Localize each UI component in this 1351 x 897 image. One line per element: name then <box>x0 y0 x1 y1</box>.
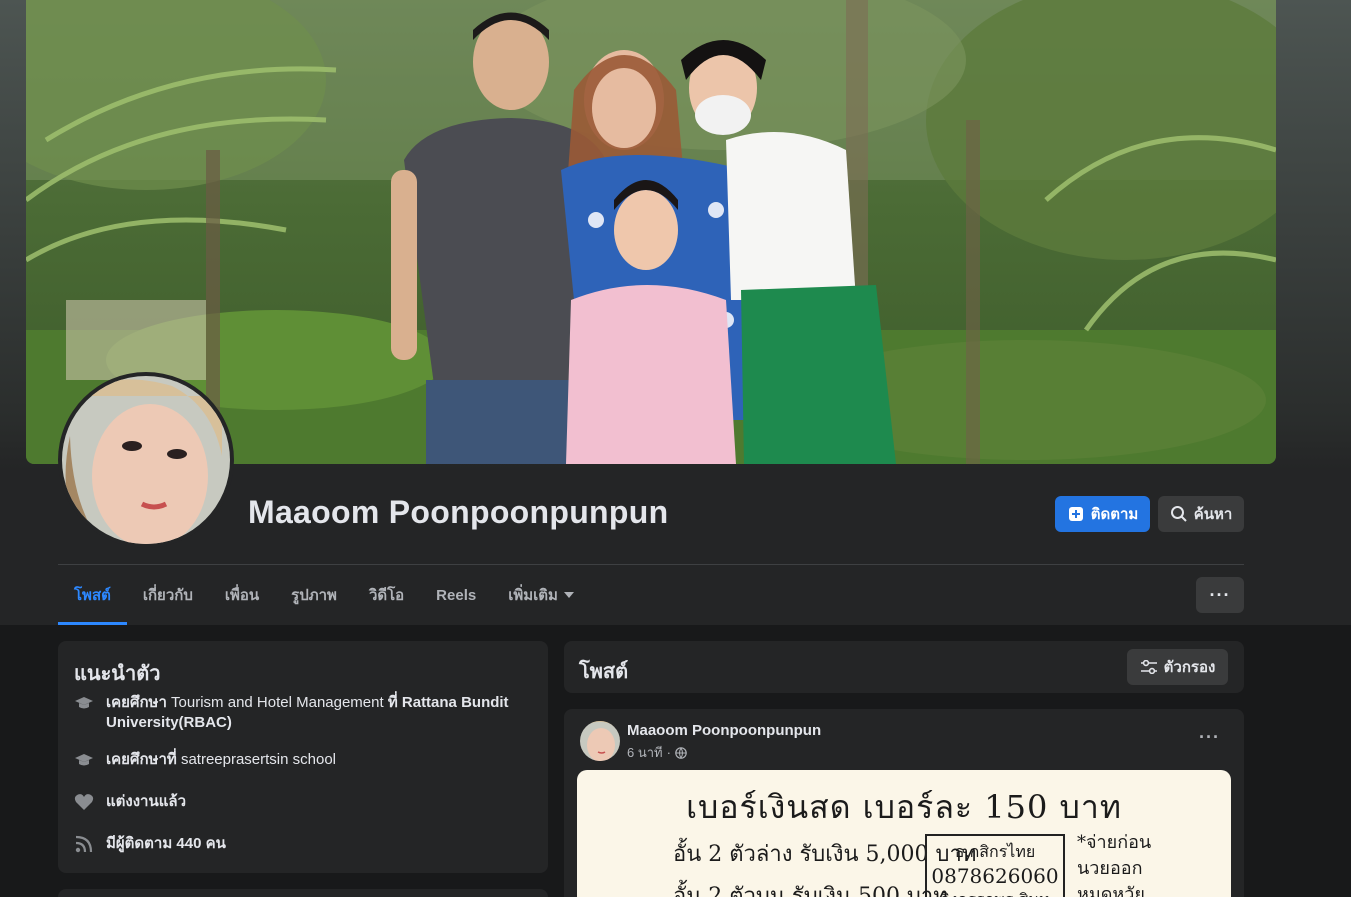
post-time[interactable]: 6 นาที <box>627 742 663 763</box>
intro-prefix: เคยศึกษาที่ <box>106 751 177 768</box>
next-card <box>58 889 548 897</box>
tab-label: เกี่ยวกับ <box>142 587 193 604</box>
search-icon <box>1170 506 1187 522</box>
filter-label: ตัวกรอง <box>1163 659 1216 676</box>
intro-item-school: เคยศึกษาที่ satreeprasertsin school <box>74 750 336 770</box>
intro-card: แนะนำตัว เคยศึกษา Tourism and Hotel Mana… <box>58 641 548 873</box>
intro-text: แต่งงานแล้ว <box>106 793 187 810</box>
tab-label: รูปภาพ <box>291 587 337 604</box>
graduation-cap-icon <box>75 697 93 709</box>
posts-header: โพสต์ ตัวกรอง <box>564 641 1244 693</box>
follow-label: ติดตาม <box>1090 506 1139 523</box>
tab-about[interactable]: เกี่ยวกับ <box>127 565 209 625</box>
tab-label: เพื่อน <box>224 587 260 604</box>
post-menu-button[interactable]: ··· <box>1199 727 1220 748</box>
profile-name: Maaoom Poonpoonpunpun <box>248 494 669 530</box>
intro-title: แนะนำตัว <box>74 663 161 685</box>
intro-item-education: เคยศึกษา Tourism and Hotel Management ที… <box>74 693 526 733</box>
follow-icon <box>1068 507 1083 521</box>
post-meta: 6 นาที · <box>627 742 687 763</box>
followers-count-link[interactable]: 440 คน <box>176 835 225 852</box>
meta-separator: · <box>666 745 671 760</box>
globe-icon[interactable] <box>675 746 687 759</box>
post-image-note: *จ่ายก่อน นวยออก หมดหวัย <box>1077 830 1151 897</box>
post-author-avatar[interactable] <box>580 721 620 761</box>
intro-text[interactable]: Tourism and Hotel Management <box>171 694 384 711</box>
cover-photo[interactable] <box>26 0 1276 464</box>
profile-avatar[interactable] <box>58 372 234 548</box>
more-options-button[interactable]: ··· <box>1196 577 1244 613</box>
intro-prefix: เคยศึกษา <box>106 694 167 711</box>
tab-label: วิดีโอ <box>368 587 405 604</box>
search-label: ค้นหา <box>1193 506 1233 523</box>
filter-icon <box>1140 660 1157 674</box>
tab-photos[interactable]: รูปภาพ <box>275 565 353 625</box>
follow-button[interactable]: ติดตาม <box>1055 496 1150 532</box>
tab-friends[interactable]: เพื่อน <box>209 565 275 625</box>
profile-tabs: โพสต์ เกี่ยวกับ เพื่อน รูปภาพ วิดีโอ Ree… <box>58 565 590 625</box>
graduation-cap-icon <box>75 754 93 766</box>
bank-account-number: 0878626060 <box>931 864 1059 888</box>
tab-posts[interactable]: โพสต์ <box>58 565 127 625</box>
tab-label: Reels <box>436 586 477 604</box>
posts-title: โพสต์ <box>579 661 629 683</box>
tab-label: เพิ่มเติม <box>508 587 558 604</box>
search-button[interactable]: ค้นหา <box>1158 496 1244 532</box>
intro-prefix: มีผู้ติดตาม <box>106 835 173 852</box>
bank-name: ธ.กสิกรไทย <box>954 842 1036 861</box>
note-line: หมดหวัย <box>1077 884 1145 897</box>
tab-reels[interactable]: Reels <box>420 565 492 625</box>
post-author[interactable]: Maaoom Poonpoonpunpun <box>627 722 821 739</box>
post-image[interactable]: เบอร์เงินสด เบอร์ละ 150 บาท อั้น 2 ตัวล่… <box>577 770 1231 897</box>
note-line: นวยออก <box>1077 858 1143 879</box>
bank-account-name: อิงอรรถพร สินทวงษ์ <box>927 888 1063 897</box>
filter-button[interactable]: ตัวกรอง <box>1127 649 1228 685</box>
note-line: *จ่ายก่อน <box>1077 832 1152 853</box>
tab-videos[interactable]: วิดีโอ <box>353 565 420 625</box>
tab-more[interactable]: เพิ่มเติม <box>492 565 590 625</box>
heart-icon <box>74 794 94 810</box>
post-image-title: เบอร์เงินสด เบอร์ละ 150 บาท <box>686 788 1122 826</box>
caret-down-icon <box>563 592 574 598</box>
post-image-bank-box: ธ.กสิกรไทย 0878626060 อิงอรรถพร สินทวงษ์ <box>925 834 1065 897</box>
rss-icon <box>75 835 93 853</box>
post-card: Maaoom Poonpoonpunpun 6 นาที · ··· เบอร์… <box>564 709 1244 897</box>
intro-item-relationship: แต่งงานแล้ว <box>74 792 186 812</box>
intro-item-followers: มีผู้ติดตาม 440 คน <box>74 834 226 854</box>
more-options-icon: ··· <box>1209 584 1231 605</box>
post-image-line: อั้น 2 ตัวบน รับเงิน 500 บาท <box>673 884 948 897</box>
intro-text[interactable]: satreeprasertsin school <box>181 751 336 768</box>
intro-mid: ที่ <box>387 694 398 711</box>
tab-label: โพสต์ <box>74 587 111 604</box>
